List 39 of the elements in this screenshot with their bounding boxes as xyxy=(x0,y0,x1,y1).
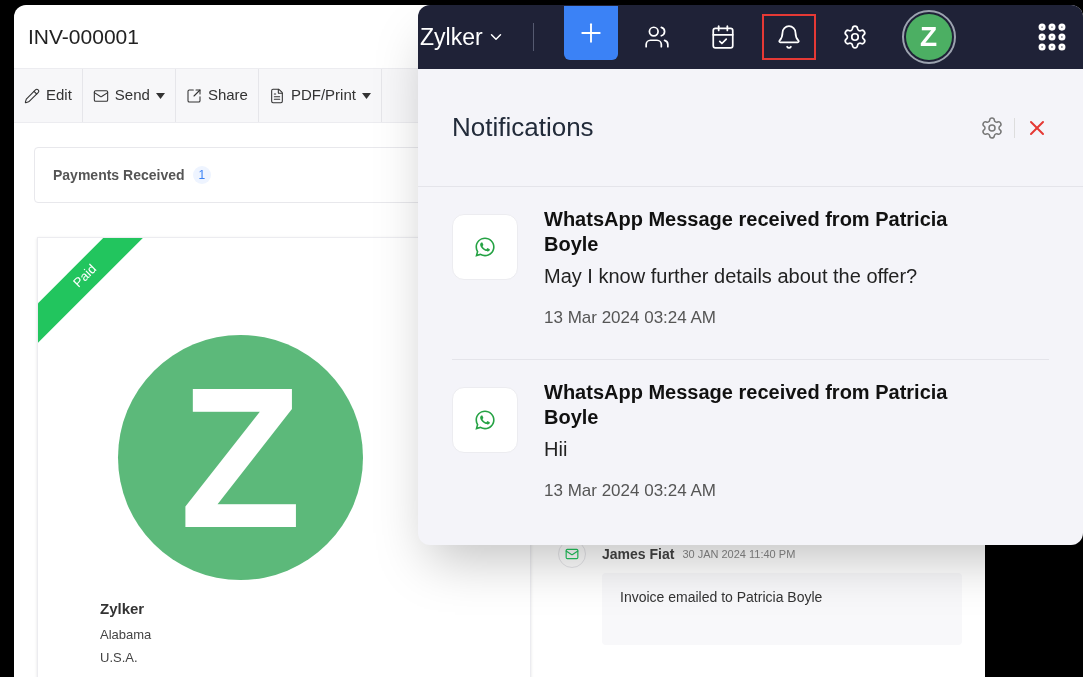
activity-time: 30 JAN 2024 11:40 PM xyxy=(682,547,796,563)
company-logo: Z xyxy=(118,335,363,580)
envelope-icon xyxy=(565,547,579,561)
address-line: Alabama xyxy=(100,625,152,644)
document-icon xyxy=(268,87,285,104)
notification-title: WhatsApp Message received from Patricia Boyle xyxy=(544,207,949,257)
notification-message: Hii xyxy=(544,436,569,462)
toolbar-button[interactable]: Edit xyxy=(14,69,83,122)
activity-author: James Fiat xyxy=(602,545,675,564)
company-name: Zylker xyxy=(100,599,146,619)
invoice-title: INV-000001 xyxy=(28,23,139,50)
settings-icon xyxy=(980,115,1004,140)
share-icon xyxy=(185,87,202,104)
chat-bubble-icon xyxy=(474,408,496,431)
caret-icon xyxy=(155,92,165,99)
notifications-title: Notifications xyxy=(452,111,594,144)
notification-time: 13 Mar 2024 03:24 AM xyxy=(544,479,717,502)
add-button[interactable] xyxy=(563,6,618,60)
calendar-check-icon xyxy=(709,24,736,50)
bell-icon xyxy=(775,24,802,50)
caret-icon xyxy=(361,92,371,99)
payments-label: Payments Received xyxy=(53,165,185,185)
address-line: U.S.A. xyxy=(100,649,139,667)
toolbar-button[interactable]: PDF/Print xyxy=(258,69,382,122)
toolbar-button[interactable]: Send xyxy=(82,69,176,122)
users-icon xyxy=(643,24,670,50)
envelope-icon xyxy=(92,87,109,104)
org-switcher[interactable]: Zylker xyxy=(418,19,505,55)
pencil-icon xyxy=(24,87,40,104)
toolbar-button[interactable] xyxy=(761,14,816,60)
activity-message: Invoice emailed to Patricia Boyle xyxy=(602,573,962,645)
notification-title: WhatsApp Message received from Patricia Boyle xyxy=(544,379,949,430)
toolbar-button[interactable]: Share xyxy=(175,69,259,122)
chat-bubble-icon xyxy=(474,236,496,258)
notification-time: 13 Mar 2024 03:24 AM xyxy=(544,307,717,329)
settings-icon xyxy=(841,24,868,50)
settings-button[interactable] xyxy=(980,115,1004,140)
payments-count: 1 xyxy=(192,166,212,184)
notification-message: May I know further details about the offer? xyxy=(544,264,919,289)
